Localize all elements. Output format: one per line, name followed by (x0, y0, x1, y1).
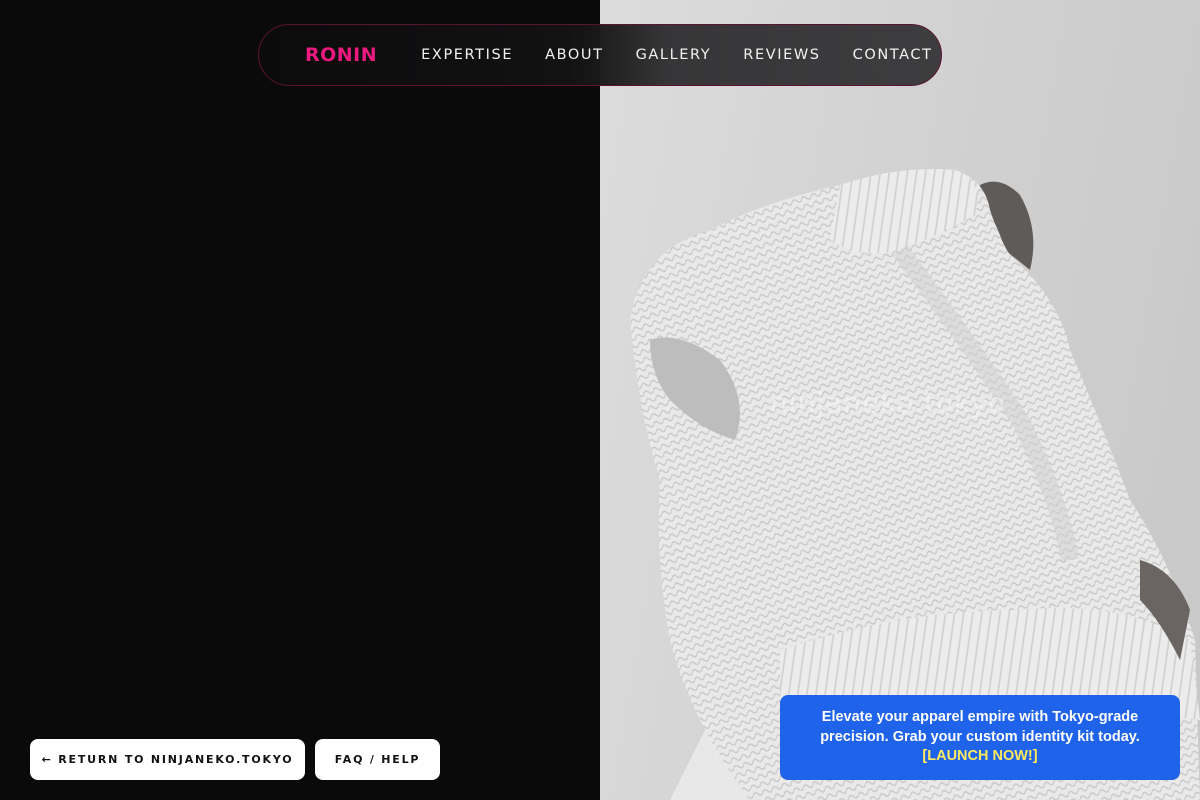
nav-link-contact[interactable]: CONTACT (853, 47, 933, 63)
left-dark-panel (0, 0, 600, 800)
launch-now-link[interactable]: [LAUNCH NOW!] (922, 747, 1037, 767)
top-navigation: RONIN EXPERTISE ABOUT GALLERY REVIEWS CO… (258, 24, 942, 86)
nav-link-gallery[interactable]: GALLERY (636, 47, 712, 63)
nav-link-about[interactable]: ABOUT (545, 47, 604, 63)
watermark-text: ninjaneko.tokyo (770, 386, 1006, 419)
nav-link-expertise[interactable]: EXPERTISE (421, 47, 513, 63)
return-to-site-button[interactable]: ← RETURN TO NINJANEKO.TOKYO (30, 739, 305, 780)
promo-text-line2: precision. Grab your custom identity kit… (820, 728, 1140, 745)
faq-help-button[interactable]: FAQ / HELP (315, 739, 440, 780)
promo-text-line1: Elevate your apparel empire with Tokyo-g… (821, 709, 1139, 726)
brand-logo[interactable]: RONIN (305, 44, 377, 66)
nav-link-reviews[interactable]: REVIEWS (743, 47, 820, 63)
promo-banner: Elevate your apparel empire with Tokyo-g… (780, 695, 1180, 780)
